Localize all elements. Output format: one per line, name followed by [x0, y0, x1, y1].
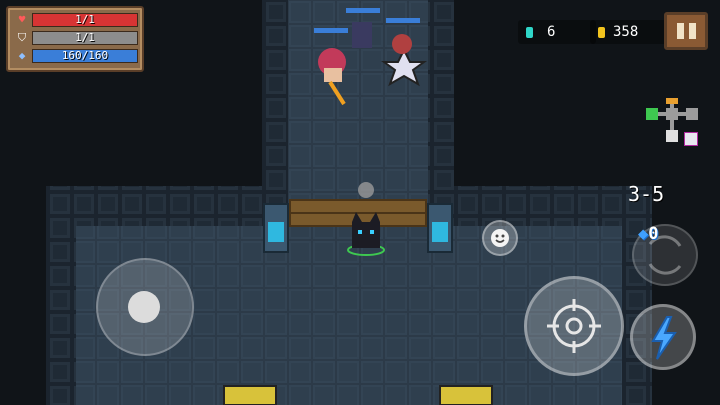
health-text: 1/1 [75, 13, 95, 26]
energy-text: 160/160 [61, 49, 109, 62]
skill-button[interactable] [630, 304, 696, 370]
weapon-ammo: ◆0 [638, 224, 659, 244]
armor-bar: ⛉ 1/1 [14, 31, 138, 45]
heart-icon: ♥ [18, 13, 26, 26]
gem-count: 6 [547, 24, 556, 40]
coin-icon [598, 26, 605, 38]
smiley-icon [491, 229, 509, 247]
shield-icon: ⛉ [17, 31, 27, 44]
health-bar: ♥ 1/1 [14, 13, 138, 27]
pause-icon [677, 23, 684, 39]
gold-counter: 358 [590, 20, 668, 44]
gem-icon [526, 26, 533, 38]
crosshair-icon [547, 299, 601, 353]
armor-text: 1/1 [75, 31, 95, 44]
pause-button[interactable] [664, 12, 708, 50]
gem-counter: 6 [518, 20, 596, 44]
energy-bar: ◆ 160/160 [14, 49, 138, 63]
level-indicator: 3-5 [628, 182, 665, 206]
joystick-knob[interactable] [128, 291, 160, 323]
emote-button[interactable] [482, 220, 518, 256]
lightning-icon [651, 316, 677, 360]
minimap [600, 70, 718, 180]
attack-button[interactable] [524, 276, 624, 376]
gold-count: 358 [613, 24, 639, 40]
diamond-icon: ◆ [18, 49, 26, 62]
weapon-ammo-value: 0 [648, 224, 659, 244]
status-panel: ♥ 1/1 ⛉ 1/1 ◆ 160/160 [6, 6, 144, 72]
